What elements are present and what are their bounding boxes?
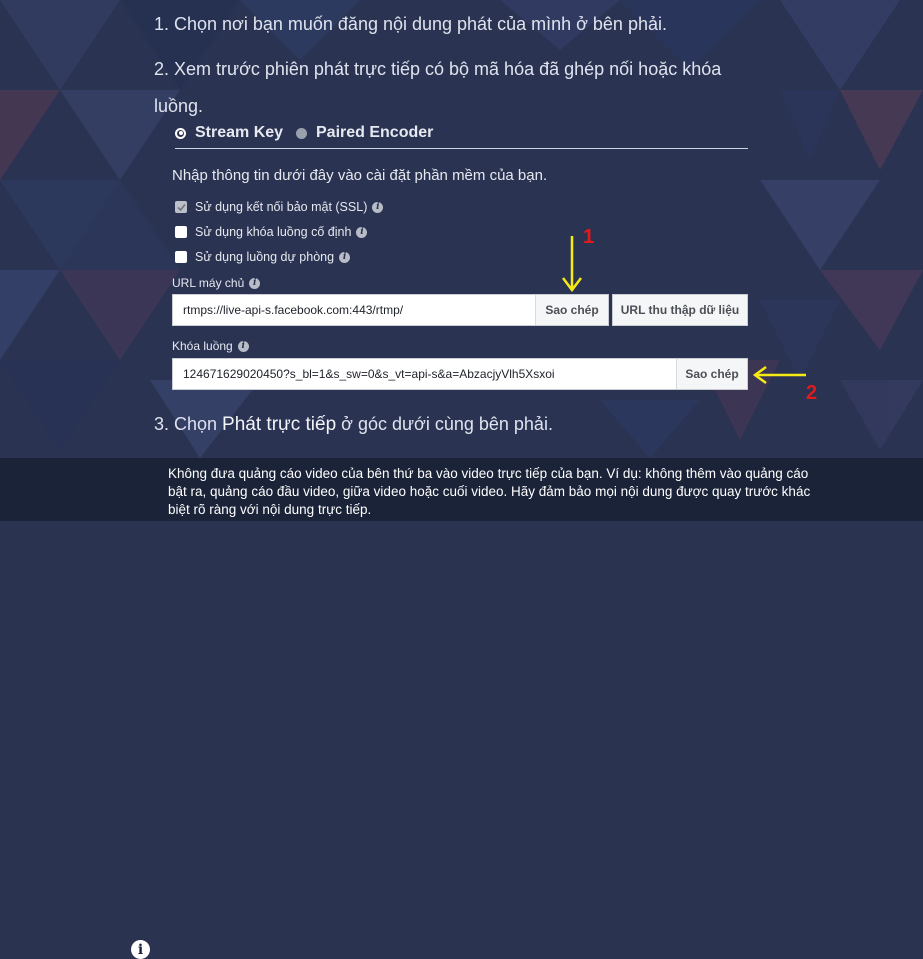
tab-paired-encoder[interactable]: Paired Encoder: [296, 124, 433, 142]
checkbox-ssl[interactable]: [175, 201, 187, 213]
go-live-label: Phát trực tiếp: [222, 414, 337, 435]
info-icon[interactable]: i: [249, 277, 261, 289]
annotation-number-2: 2: [806, 382, 818, 404]
tab-stream-key[interactable]: Stream Key: [175, 124, 283, 142]
server-url-label: URL máy chủ: [172, 276, 245, 290]
checkmark-icon: [176, 203, 186, 211]
step-1-text: 1. Chọn nơi bạn muốn đăng nội dung phát …: [154, 14, 667, 34]
option-backup-stream[interactable]: Sử dụng luồng dự phòng i: [175, 250, 351, 264]
ingest-url-button[interactable]: URL thu thập dữ liệu: [612, 294, 748, 326]
instructions-text: Nhập thông tin dưới đây vào cài đặt phần…: [172, 167, 548, 184]
stream-key-label-row: Khóa luồng i: [172, 339, 249, 353]
option-ssl-label: Sử dụng kết nối bảo mật (SSL): [195, 200, 368, 214]
step-2-text: 2. Xem trước phiên phát trực tiếp có bộ …: [154, 59, 722, 116]
stream-key-field: 124671629020450?s_bl=1&s_sw=0&s_vt=api-s…: [172, 358, 748, 390]
policy-banner-text: Không đưa quảng cáo video của bên thứ ba…: [168, 466, 811, 517]
server-url-field: rtmps://live-api-s.facebook.com:443/rtmp…: [172, 294, 609, 326]
option-persistent-key-label: Sử dụng khóa luồng cố định: [195, 225, 352, 239]
stream-key-value[interactable]: 124671629020450?s_bl=1&s_sw=0&s_vt=api-s…: [173, 367, 676, 381]
step-3-prefix: 3. Chọn: [154, 414, 223, 434]
info-icon[interactable]: i: [237, 340, 249, 352]
annotation-number-1: 1: [583, 226, 595, 248]
checkbox-persistent-key[interactable]: [175, 226, 187, 238]
option-persistent-key[interactable]: Sử dụng khóa luồng cố định i: [175, 225, 368, 239]
radio-unselected-icon[interactable]: [296, 127, 307, 139]
copy-server-url-button[interactable]: Sao chép: [535, 295, 608, 325]
checkbox-backup-stream[interactable]: [175, 251, 187, 263]
copy-stream-key-button[interactable]: Sao chép: [676, 359, 747, 389]
step-3-text: 3. Chọn Phát trực tiếp ở góc dưới cùng b…: [154, 414, 553, 436]
server-url-value[interactable]: rtmps://live-api-s.facebook.com:443/rtmp…: [173, 303, 535, 317]
tab-paired-encoder-label: Paired Encoder: [316, 124, 434, 141]
option-backup-stream-label: Sử dụng luồng dự phòng: [195, 250, 335, 264]
arrow-left-icon: [752, 365, 806, 385]
tab-stream-key-label: Stream Key: [195, 124, 284, 141]
info-icon[interactable]: i: [372, 201, 384, 213]
info-icon: i: [131, 940, 150, 959]
stream-key-label: Khóa luồng: [172, 339, 233, 353]
mode-tabs: Stream Key Paired Encoder: [175, 124, 748, 149]
option-ssl[interactable]: Sử dụng kết nối bảo mật (SSL) i: [175, 200, 384, 214]
step-3-suffix: ở góc dưới cùng bên phải.: [336, 414, 553, 434]
info-icon[interactable]: i: [339, 251, 351, 263]
server-url-label-row: URL máy chủ i: [172, 276, 261, 290]
info-icon[interactable]: i: [356, 226, 368, 238]
radio-selected-icon[interactable]: [175, 127, 186, 139]
arrow-down-icon: [562, 236, 582, 293]
